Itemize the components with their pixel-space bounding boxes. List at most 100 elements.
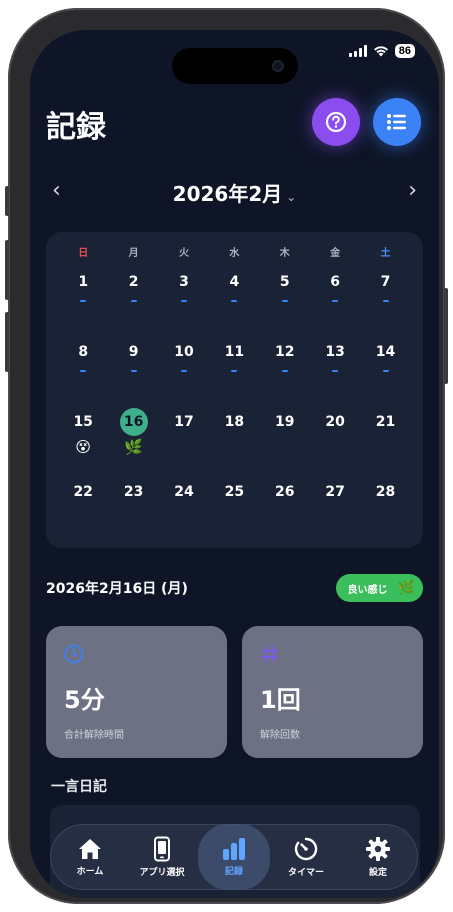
diary-heading: 一言日記 bbox=[51, 779, 107, 795]
weekday-label: 土 bbox=[380, 248, 391, 259]
calendar-day[interactable]: 14 bbox=[360, 334, 410, 404]
clock-icon bbox=[64, 644, 84, 664]
volume-down-button bbox=[5, 312, 9, 372]
no-record-indicator bbox=[80, 300, 87, 302]
day-number: 8 bbox=[78, 344, 89, 360]
day-number: 4 bbox=[229, 274, 240, 290]
calendar-day[interactable]: 25 bbox=[209, 474, 259, 544]
calendar-day[interactable]: 11 bbox=[209, 334, 259, 404]
tab-app-select[interactable]: アプリ選択 bbox=[126, 824, 198, 890]
day-number: 10 bbox=[174, 344, 194, 360]
calendar-day[interactable]: 21 bbox=[360, 404, 410, 474]
calendar-day[interactable]: 24 bbox=[159, 474, 209, 544]
volume-up-button bbox=[5, 240, 9, 300]
day-number: 25 bbox=[224, 484, 245, 500]
no-record-indicator bbox=[332, 370, 339, 372]
mood-badge[interactable]: 良い感じ 🌿 bbox=[335, 574, 423, 602]
stat-value: 5分 bbox=[64, 686, 105, 714]
phone-icon bbox=[154, 836, 170, 862]
day-number: 26 bbox=[275, 484, 295, 500]
tab-home[interactable]: ホーム bbox=[54, 824, 126, 890]
day-number: 19 bbox=[275, 414, 295, 430]
no-record-indicator bbox=[382, 300, 389, 302]
total-unlock-time-card: 5分 合計解除時間 bbox=[46, 626, 227, 758]
app-screen: 86 記録 ‹ 2026年2月 ⌄ › 日月 火 水 木 金 土 1 2 3 4… bbox=[30, 30, 439, 898]
tab-records[interactable]: 記録 bbox=[198, 824, 270, 890]
calendar-day[interactable]: 22 bbox=[58, 474, 108, 544]
day-number: 11 bbox=[224, 344, 245, 360]
action-button bbox=[5, 186, 9, 216]
wifi-icon bbox=[373, 46, 388, 57]
calendar-day[interactable]: 13 bbox=[310, 334, 360, 404]
calendar-day[interactable]: 2 bbox=[108, 264, 158, 334]
tab-label: 記録 bbox=[224, 867, 243, 877]
list-icon bbox=[387, 114, 406, 130]
calendar-day[interactable]: 4 bbox=[209, 264, 259, 334]
calendar-day[interactable]: 5 bbox=[260, 264, 310, 334]
calendar-day[interactable]: 28 bbox=[360, 474, 410, 544]
selected-date: 2026年2月16日 (月) bbox=[46, 581, 188, 597]
no-record-indicator bbox=[231, 300, 238, 302]
day-number: 22 bbox=[73, 484, 93, 500]
day-number: 2 bbox=[128, 274, 139, 290]
month-selector[interactable]: 2026年2月 ⌄ bbox=[30, 178, 439, 207]
calendar-day[interactable]: 12 bbox=[260, 334, 310, 404]
calendar-day[interactable]: 15 😵 bbox=[58, 404, 108, 474]
tab-label: 設定 bbox=[368, 868, 387, 878]
phone-frame: 86 記録 ‹ 2026年2月 ⌄ › 日月 火 水 木 金 土 1 2 3 4… bbox=[5, 8, 448, 904]
chevron-down-icon: ⌄ bbox=[286, 190, 297, 204]
day-number: 5 bbox=[279, 274, 290, 290]
stat-value: 1回 bbox=[260, 686, 301, 714]
stat-label: 解除回数 bbox=[260, 730, 300, 741]
calendar-day[interactable]: 9 bbox=[108, 334, 158, 404]
calendar-day[interactable]: 23 bbox=[108, 474, 158, 544]
day-number: 1 bbox=[78, 274, 89, 290]
next-month-button[interactable]: › bbox=[408, 178, 417, 203]
calendar-day[interactable]: 27 bbox=[310, 474, 360, 544]
day-number: 27 bbox=[325, 484, 345, 500]
month-navigator: ‹ 2026年2月 ⌄ › bbox=[30, 176, 439, 206]
month-label: 2026年2月 bbox=[172, 182, 283, 206]
tab-label: ホーム bbox=[76, 867, 104, 877]
day-number: 24 bbox=[174, 484, 194, 500]
camera-icon bbox=[272, 60, 284, 72]
list-button[interactable] bbox=[373, 98, 421, 146]
calendar: 日月火水木金土 1 2 3 4 5 6 7 8 9 10 11 12 13 14 15 😵 16 🌿 17 18 19 2… bbox=[46, 232, 423, 548]
tab-settings[interactable]: 設定 bbox=[342, 824, 414, 890]
calendar-day[interactable]: 8 bbox=[58, 334, 108, 404]
help-button[interactable] bbox=[312, 98, 360, 146]
tab-label: タイマー bbox=[287, 868, 324, 878]
calendar-day[interactable]: 20 bbox=[310, 404, 360, 474]
no-record-indicator bbox=[130, 300, 137, 302]
bar-chart-icon bbox=[223, 838, 245, 860]
no-record-indicator bbox=[130, 370, 137, 372]
calendar-day[interactable]: 3 bbox=[159, 264, 209, 334]
calendar-week: 15 😵 16 🌿 17 18 19 20 21 bbox=[58, 404, 411, 474]
calendar-day[interactable]: 18 bbox=[209, 404, 259, 474]
mood-emoji: 🌿 bbox=[124, 438, 143, 456]
calendar-day[interactable]: 16 🌿 bbox=[108, 404, 158, 474]
day-number: 21 bbox=[375, 414, 396, 430]
calendar-day[interactable]: 17 bbox=[159, 404, 209, 474]
calendar-day[interactable]: 6 bbox=[310, 264, 360, 334]
no-record-indicator bbox=[80, 370, 87, 372]
no-record-indicator bbox=[332, 300, 339, 302]
day-number: 17 bbox=[174, 414, 194, 430]
mood-emoji: 😵 bbox=[75, 438, 92, 456]
calendar-day[interactable]: 26 bbox=[260, 474, 310, 544]
day-number: 28 bbox=[375, 484, 396, 500]
calendar-day[interactable]: 19 bbox=[260, 404, 310, 474]
tab-timer[interactable]: タイマー bbox=[270, 824, 342, 890]
calendar-day[interactable]: 7 bbox=[360, 264, 410, 334]
calendar-day[interactable]: 10 bbox=[159, 334, 209, 404]
weekday-label: 木 bbox=[279, 248, 290, 259]
weekday-label: 水 bbox=[229, 248, 240, 259]
day-number: 13 bbox=[325, 344, 345, 360]
weekday-label: 金 bbox=[330, 248, 341, 259]
day-number: 12 bbox=[275, 344, 295, 360]
no-record-indicator bbox=[180, 300, 187, 302]
stat-label: 合計解除時間 bbox=[64, 730, 124, 741]
calendar-grid: 日月火水木金土 1 2 3 4 5 6 7 8 9 10 11 12 13 14 15 😵 16 🌿 17 18 19 2… bbox=[58, 244, 411, 544]
calendar-day[interactable]: 1 bbox=[58, 264, 108, 334]
tab-label: アプリ選択 bbox=[139, 868, 185, 878]
